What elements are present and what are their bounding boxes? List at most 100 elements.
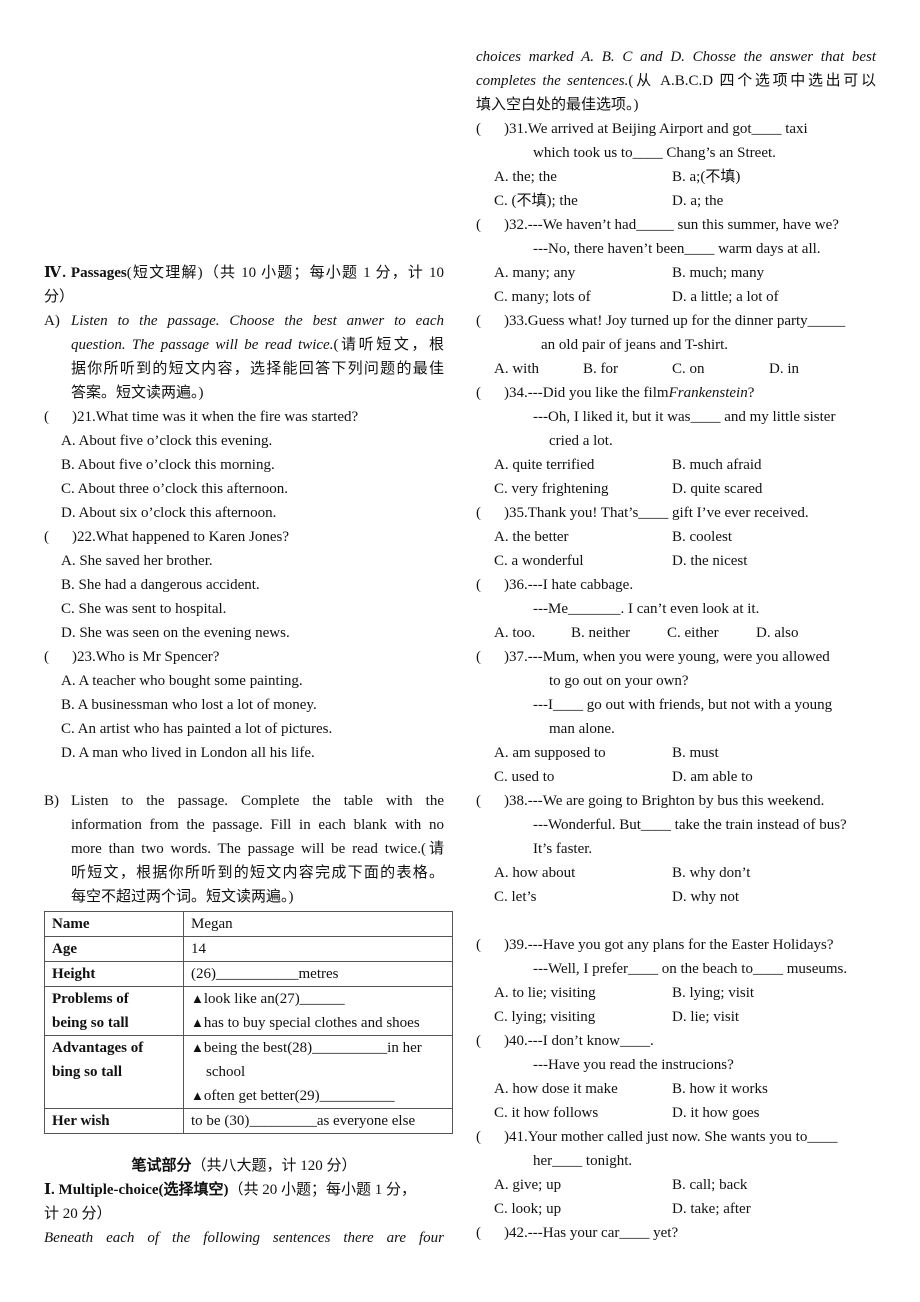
answer-blank[interactable]: (	[476, 1029, 504, 1053]
question-35: ()35. Thank you! That’s____ gift I’ve ev…	[476, 501, 876, 573]
question-number: )36.	[504, 577, 528, 593]
option-d: D. why not	[672, 889, 740, 905]
answer-blank[interactable]: (	[476, 789, 504, 813]
section1-title-rest: （共 20 小题；每小题 1 分，	[228, 1182, 417, 1198]
option-c: C. (不填); the	[494, 193, 578, 209]
question-36: ()36. ---I hate cabbage. ---Me_______. I…	[476, 573, 876, 645]
option-a: A. quite terrified	[494, 457, 595, 473]
part-a-instructions: A) Listen to the passage. Choose the best…	[44, 309, 444, 405]
question-42: ()42. ---Has your car____ yet?	[476, 1221, 876, 1245]
option-c: C. An artist who has painted a lot of pi…	[61, 721, 333, 737]
written-heading-bold: 笔试部分	[131, 1158, 192, 1174]
question-text: Your mother called just now. She wants y…	[527, 1129, 838, 1145]
option-a: A. About five o’clock this evening.	[61, 433, 273, 449]
question-text-cont: man alone.	[549, 721, 615, 737]
question-number: )41.	[504, 1129, 528, 1145]
option-b: B. call; back	[672, 1177, 748, 1193]
row-key: Age	[44, 936, 184, 962]
option-d: D. it how goes	[672, 1105, 760, 1121]
section4-title-rest: (短文理解)（共 10 小题；每小题 1 分，计 10	[126, 265, 445, 281]
question-40: ()40. ---I don’t know____. ---Have you r…	[476, 1029, 876, 1125]
answer-blank[interactable]: (	[476, 1125, 504, 1149]
option-b: B. coolest	[672, 529, 732, 545]
option-c: C. on	[672, 361, 705, 377]
option-a: A. how dose it make	[494, 1081, 618, 1097]
option-d: D. also	[756, 625, 799, 641]
question-text: ---Did you like the film	[527, 385, 669, 401]
answer-blank[interactable]: (	[476, 933, 504, 957]
row-value: Megan	[183, 911, 453, 937]
answer-blank[interactable]: (	[44, 525, 72, 549]
row-value: ▲being the best(28)__________in her scho…	[183, 1035, 453, 1109]
answer-blank[interactable]: (	[476, 309, 504, 333]
written-part-heading: 笔试部分（共八大题，计 120 分）	[44, 1154, 444, 1178]
part-b-label: B)	[44, 793, 59, 809]
option-a: A. with	[494, 361, 539, 377]
question-text-cont: an old pair of jeans and T-shirt.	[541, 337, 729, 353]
question-text: ---I don’t know____.	[527, 1033, 654, 1049]
question-31: ()31. We arrived at Beijing Airport and …	[476, 117, 876, 213]
value-line[interactable]: being the best(28)__________in her	[204, 1040, 422, 1056]
question-number: )35.	[504, 505, 528, 521]
question-41: ()41. Your mother called just now. She wa…	[476, 1125, 876, 1221]
option-c: C. About three o’clock this afternoon.	[61, 481, 289, 497]
option-b: B. About five o’clock this morning.	[61, 457, 275, 473]
question-text-cont: cried a lot.	[549, 433, 613, 449]
part-a-instr-cn-line2: 答案。短文读两遍。)	[71, 385, 204, 401]
question-text: Who is Mr Spencer?	[95, 649, 220, 665]
question-23: ()23. Who is Mr Spencer? A. A teacher wh…	[44, 645, 444, 765]
question-number: )31.	[504, 121, 528, 137]
answer-blank[interactable]: (	[476, 573, 504, 597]
question-text: ---We are going to Brighton by bus this …	[527, 793, 825, 809]
question-text-cont: ---Me_______. I can’t even look at it.	[533, 601, 760, 617]
question-text-cont: It’s faster.	[533, 841, 593, 857]
section1-title-line2: 计 20 分）	[44, 1206, 112, 1222]
question-text: ---We haven’t had_____ sun this summer, …	[527, 217, 839, 233]
right-column: choices marked A. B. C and D. Chosse the…	[476, 45, 876, 1245]
option-c: C. either	[667, 625, 719, 641]
film-title: Frankenstein	[668, 385, 748, 401]
option-d: D. a little; a lot of	[672, 289, 779, 305]
answer-blank[interactable]: (	[476, 381, 504, 405]
option-d: D. a; the	[672, 193, 724, 209]
question-text-cont: to go out on your own?	[549, 673, 689, 689]
option-b: B. much; many	[672, 265, 765, 281]
row-key-line: being so tall	[52, 1015, 129, 1031]
question-text-cont: her____ tonight.	[533, 1153, 633, 1169]
answer-blank[interactable]: (	[476, 645, 504, 669]
question-text: ---Mum, when you were young, were you al…	[527, 649, 830, 665]
section4-title-bold: Passages	[70, 265, 127, 281]
question-text: ---Have you got any plans for the Easter…	[527, 937, 834, 953]
part-b-instructions: B) Listen to the passage. Complete the ta…	[44, 789, 444, 909]
option-a: A. too.	[494, 625, 536, 641]
answer-blank[interactable]: (	[44, 645, 72, 669]
part-b-line5: 每空不超过两个词。短文读两遍。)	[71, 889, 294, 905]
option-b: B. why don’t	[672, 865, 751, 881]
option-c: C. many; lots of	[494, 289, 591, 305]
section4-title-line2: 分）	[44, 289, 75, 305]
question-text: We arrived at Beijing Airport and got___…	[527, 121, 808, 137]
answer-blank[interactable]: (	[476, 1221, 504, 1245]
option-a: A. She saved her brother.	[61, 553, 213, 569]
section1-instr-line2: choices marked A. B. C and D. Chosse the…	[476, 49, 876, 65]
option-b: B. much afraid	[672, 457, 762, 473]
table-row: Name Megan	[44, 911, 453, 937]
row-value[interactable]: to be (30)_________as everyone else	[183, 1108, 453, 1134]
question-22: ()22. What happened to Karen Jones? A. S…	[44, 525, 444, 645]
table-row: Height (26)___________metres	[44, 961, 453, 987]
part-a-instr-cn-line1: 据你所听到的短文内容，选择能回答下列问题的最佳	[71, 361, 444, 377]
row-key: Advantages of bing so tall	[44, 1035, 184, 1109]
value-line[interactable]: often get better(29)__________	[204, 1088, 395, 1104]
answer-blank[interactable]: (	[44, 405, 72, 429]
row-key: Her wish	[44, 1108, 184, 1134]
value-line[interactable]: look like an(27)______	[204, 991, 345, 1007]
answer-blank[interactable]: (	[476, 117, 504, 141]
question-number: )40.	[504, 1033, 528, 1049]
option-d: D. A man who lived in London all his lif…	[61, 745, 315, 761]
option-a: A. many; any	[494, 265, 576, 281]
answer-blank[interactable]: (	[476, 213, 504, 237]
row-value[interactable]: (26)___________metres	[183, 961, 453, 987]
question-number: )42.	[504, 1225, 528, 1241]
answer-blank[interactable]: (	[476, 501, 504, 525]
option-b: B. lying; visit	[672, 985, 755, 1001]
